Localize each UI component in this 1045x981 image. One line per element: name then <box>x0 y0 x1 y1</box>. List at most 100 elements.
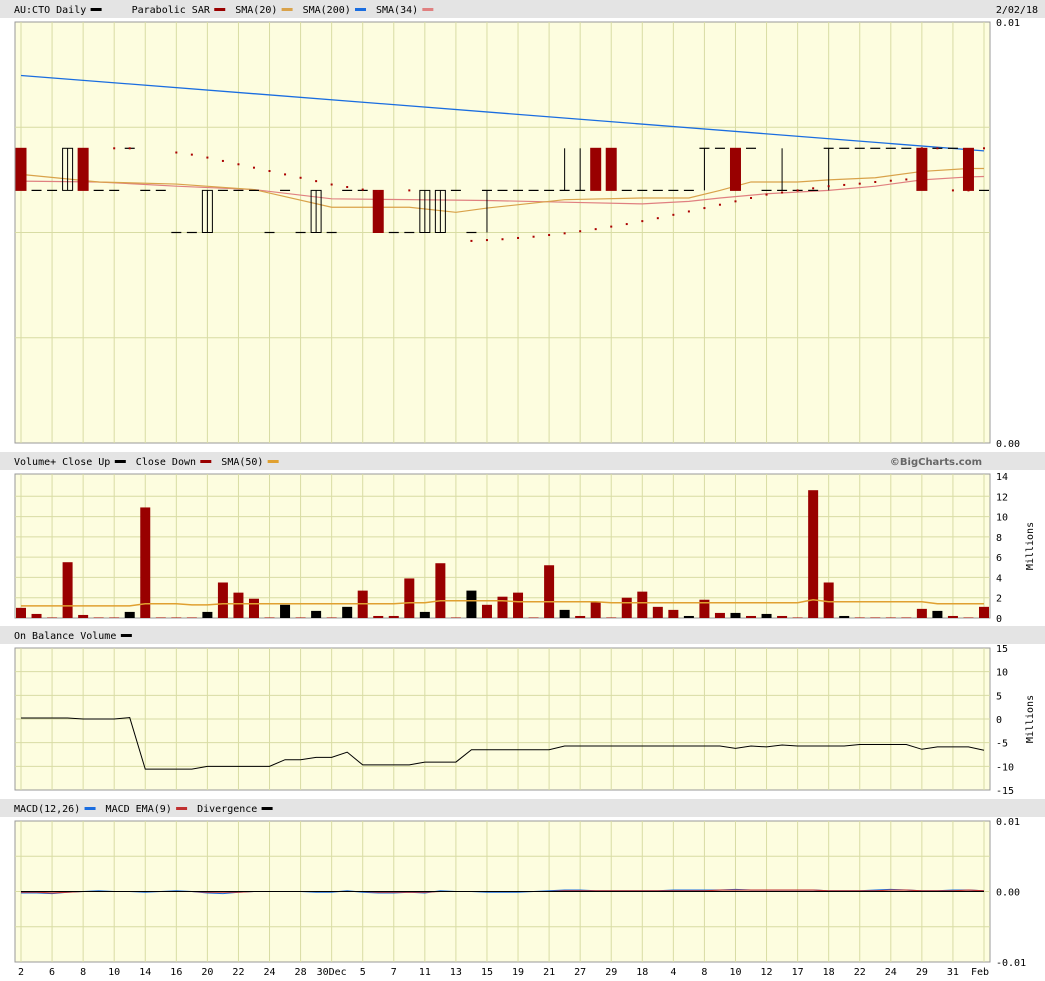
parabolic-sar-dot <box>765 193 768 196</box>
volume-bar <box>419 611 430 618</box>
volume-bar <box>979 606 989 618</box>
volume-tick-label: 0 <box>996 614 1002 625</box>
volume-bar <box>652 606 663 618</box>
obv-tick-label: 15 <box>996 644 1008 655</box>
obv-tick-label: 0 <box>996 715 1002 726</box>
parabolic-sar-dot <box>346 186 349 189</box>
volume-bar <box>870 617 881 618</box>
volume-legend-label: Volume+ Close Up <box>14 457 110 468</box>
parabolic-sar-dot <box>889 179 892 182</box>
volume-bar <box>575 615 586 618</box>
volume-bar <box>901 617 912 618</box>
volume-bar <box>16 607 26 618</box>
obv-legend-label: On Balance Volume <box>14 631 116 642</box>
price-legend-swatch <box>214 8 226 11</box>
volume-bar <box>264 617 275 618</box>
volume-bar <box>124 611 135 618</box>
obv-tick-label: -5 <box>996 739 1008 750</box>
price-candle-down <box>916 147 928 191</box>
price-legend-swatch <box>281 8 293 11</box>
x-axis-date-label: 24 <box>885 967 897 978</box>
parabolic-sar-dot <box>703 207 706 210</box>
volume-bar <box>497 596 508 618</box>
parabolic-sar-dot <box>951 189 954 192</box>
volume-bar <box>963 617 974 618</box>
volume-bar <box>808 490 819 618</box>
volume-tick-label: 6 <box>996 553 1002 564</box>
x-axis-date-label: 16 <box>170 967 182 978</box>
volume-unit-label: Millions <box>1025 522 1036 570</box>
volume-bar <box>31 613 42 618</box>
volume-bar <box>544 565 555 618</box>
volume-bar <box>450 617 461 618</box>
volume-bar <box>714 612 725 618</box>
price-legend-swatch <box>355 8 366 11</box>
x-axis-date-label: 27 <box>574 967 586 978</box>
volume-bar <box>140 507 151 618</box>
parabolic-sar-dot <box>190 153 193 156</box>
volume-bar <box>513 592 524 618</box>
price-legend-swatch <box>90 8 102 11</box>
x-axis-date-label: 29 <box>605 967 617 978</box>
volume-bar <box>885 617 896 618</box>
volume-tick-label: 12 <box>996 492 1008 503</box>
x-axis-date-label: 14 <box>139 967 151 978</box>
price-legend-label: SMA(34) <box>376 5 418 16</box>
parabolic-sar-dot <box>625 223 628 226</box>
parabolic-sar-dot <box>532 235 535 238</box>
volume-bar <box>916 608 927 618</box>
volume-bar <box>621 597 632 618</box>
volume-bar <box>171 617 182 618</box>
volume-bar <box>109 617 120 618</box>
macd-legend-swatch <box>261 807 273 810</box>
parabolic-sar-dot <box>408 189 411 192</box>
volume-bar <box>481 604 492 618</box>
volume-bar <box>668 609 679 618</box>
obv-tick-label: -15 <box>996 786 1014 797</box>
volume-bar <box>388 615 399 618</box>
parabolic-sar-dot <box>874 180 877 183</box>
volume-bar <box>186 617 197 618</box>
parabolic-sar-dot <box>501 238 504 241</box>
price-candle-down <box>372 189 384 233</box>
x-axis-date-label: 29 <box>916 967 928 978</box>
x-axis-date-label: 17 <box>792 967 804 978</box>
volume-bar <box>932 610 943 618</box>
parabolic-sar-dot <box>858 182 861 185</box>
volume-bar <box>823 582 834 618</box>
parabolic-sar-dot <box>610 225 613 228</box>
obv-tick-label: 5 <box>996 691 1002 702</box>
parabolic-sar-dot <box>237 163 240 166</box>
chart-date-label: 2/02/18 <box>996 5 1038 16</box>
parabolic-sar-dot <box>781 191 784 194</box>
price-candle-down <box>962 147 974 191</box>
x-axis-date-label: Feb <box>971 967 989 978</box>
parabolic-sar-dot <box>470 239 473 242</box>
volume-bar <box>559 609 570 618</box>
x-axis-date-label: 20 <box>201 967 213 978</box>
volume-legend-swatch <box>200 460 212 463</box>
macd-legend-label: MACD(12,26) <box>14 804 80 815</box>
volume-bar <box>730 612 741 618</box>
price-tick-label: 0.01 <box>996 18 1020 29</box>
parabolic-sar-dot <box>734 200 737 203</box>
parabolic-sar-dot <box>905 178 908 181</box>
volume-bar <box>47 617 58 618</box>
price-legend-swatch <box>422 8 434 11</box>
macd-legend-swatch <box>84 807 96 810</box>
obv-tick-label: -10 <box>996 762 1014 773</box>
macd-legend-label: MACD EMA(9) <box>106 804 172 815</box>
parabolic-sar-dot <box>517 236 520 239</box>
parabolic-sar-dot <box>983 147 985 150</box>
volume-bar <box>373 615 384 618</box>
parabolic-sar-dot <box>750 196 753 199</box>
macd-legend-swatch <box>176 807 188 810</box>
volume-tick-label: 2 <box>996 594 1002 605</box>
parabolic-sar-dot <box>843 183 846 186</box>
parabolic-sar-dot <box>936 147 939 150</box>
bigcharts-figure: AU:CTO Daily Parabolic SAR SMA(20) SMA(200)… <box>0 0 1045 978</box>
volume-bar <box>435 563 446 618</box>
volume-bar <box>606 617 617 618</box>
volume-bar <box>404 578 415 618</box>
parabolic-sar-dot <box>563 232 566 235</box>
